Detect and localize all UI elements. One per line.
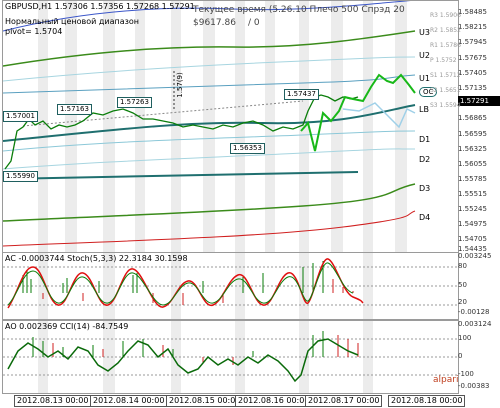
ao-tick: -100 [458,370,474,378]
price-axis: 1.58485 1.58215 1.57945 1.57675 1.57405 … [458,0,500,253]
price-tick: 1.55785 [458,175,487,183]
server-time-label: Текущее время (5.26.10 Плечо 500 Спрэд 2… [193,5,405,15]
price-tag-2: 1.57263 [117,97,152,108]
session-shading [38,1,407,253]
ac-axis: 0.003245 80 50 20 -0.00128 [458,252,500,318]
pivot-label: S2 1.5651 [430,87,461,94]
level-d4: D4 [419,213,431,222]
pivot-label: S1 1.5712 [430,72,461,79]
vertical-price-label: 1.57(9) [175,72,184,98]
equity-extra: / 0 [248,18,260,28]
pivot-label: R2 1.5852 [430,27,461,34]
time-label: 2012.08.17 00:00 [305,395,383,407]
ao-tick: 100 [458,334,472,342]
price-tick: 1.58215 [458,23,487,31]
ac-stoch-title: AC -0.0003744 Stoch(5,3,3) 22.3184 30.15… [5,254,188,263]
level-u1: U1 [419,74,430,83]
pivot-label: P 1.5752 [430,57,457,64]
price-tag-1: 1.57163 [57,104,92,115]
price-tick: 1.57405 [458,69,487,77]
equity-value: $9617.86 [193,18,236,28]
price-tag-6: 1.55990 [3,171,38,182]
time-label: 2012.08.13 00:00 [14,395,92,407]
ao-cci-title: AO 0.002369 CCI(14) -84.7549 [5,322,129,331]
ao-tick: 0 [458,352,463,360]
pivot-label: R3 1.5906 [430,12,461,19]
ac-stoch-panel[interactable]: AC -0.0003744 Stoch(5,3,3) 22.3184 30.15… [2,252,459,320]
price-tag-4: 1.56353 [230,143,265,154]
main-price-panel[interactable]: GBPUSD,H1 1.57306 1.57356 1.57268 1.5729… [2,0,459,254]
symbol-ohlc-label: GBPUSD,H1 1.57306 1.57356 1.57268 1.5729… [5,2,195,11]
level-lb: LB [419,105,429,114]
pivot-label: S3 1.5594 [430,102,461,109]
level-u3: U3 [419,28,430,37]
price-tag-3: 1.57437 [284,89,319,100]
price-chart-canvas [3,1,416,253]
alpari-logo: alpari [433,375,459,385]
ao-axis: 0.003124 100 0 -100 -0.00383 [458,320,500,392]
price-tick: 1.54975 [458,220,487,228]
ac-tick: 0.003245 [458,252,492,260]
ac-tick: 20 [458,298,467,306]
level-d3: D3 [419,184,431,193]
price-tick: 1.57945 [458,38,487,46]
level-d1: D1 [419,135,431,144]
price-tick: 1.57135 [458,84,487,92]
current-price-box: 1.57291 [458,96,500,106]
ao-cci-panel[interactable]: AO 0.002369 CCI(14) -84.7549 alpari [2,320,459,394]
price-tick: 1.56865 [458,114,487,122]
time-label: 2012.08.16 00:00 [235,395,313,407]
ac-tick: -0.00128 [458,308,490,316]
chart-window: GBPUSD,H1 1.57306 1.57356 1.57268 1.5729… [0,0,500,408]
ac-tick: 80 [458,262,467,270]
price-tick: 1.56055 [458,160,487,168]
ao-tick: -0.00383 [458,382,490,390]
price-tick: 1.56325 [458,145,487,153]
pivot-label: R1 1.5786 [430,42,461,49]
ao-tick: 0.003124 [458,320,492,328]
price-tick: 1.54705 [458,235,487,243]
ac-tick: 50 [458,281,467,289]
pivot-range-title: Нормальный ценовой диапазон [5,17,140,26]
time-label: 2012.08.15 00:00 [166,395,244,407]
price-tick: 1.55515 [458,190,487,198]
price-tick: 1.57675 [458,54,487,62]
pivot-labels: R3 1.5906 R2 1.5852 R1 1.5786 P 1.5752 S… [430,8,461,113]
level-d2: D2 [419,155,431,164]
time-label: 2012.08.18 00:00 [388,395,466,407]
price-tick: 1.55245 [458,205,487,213]
price-tag-5: 1.57001 [3,111,38,122]
pivot-value-label: pivot= 1.5704 [5,27,63,36]
price-tick: 1.58485 [458,8,487,16]
level-u2: U2 [419,51,430,60]
price-tick: 1.56595 [458,130,487,138]
ao-cci-canvas [3,321,458,393]
time-label: 2012.08.14 00:00 [90,395,168,407]
